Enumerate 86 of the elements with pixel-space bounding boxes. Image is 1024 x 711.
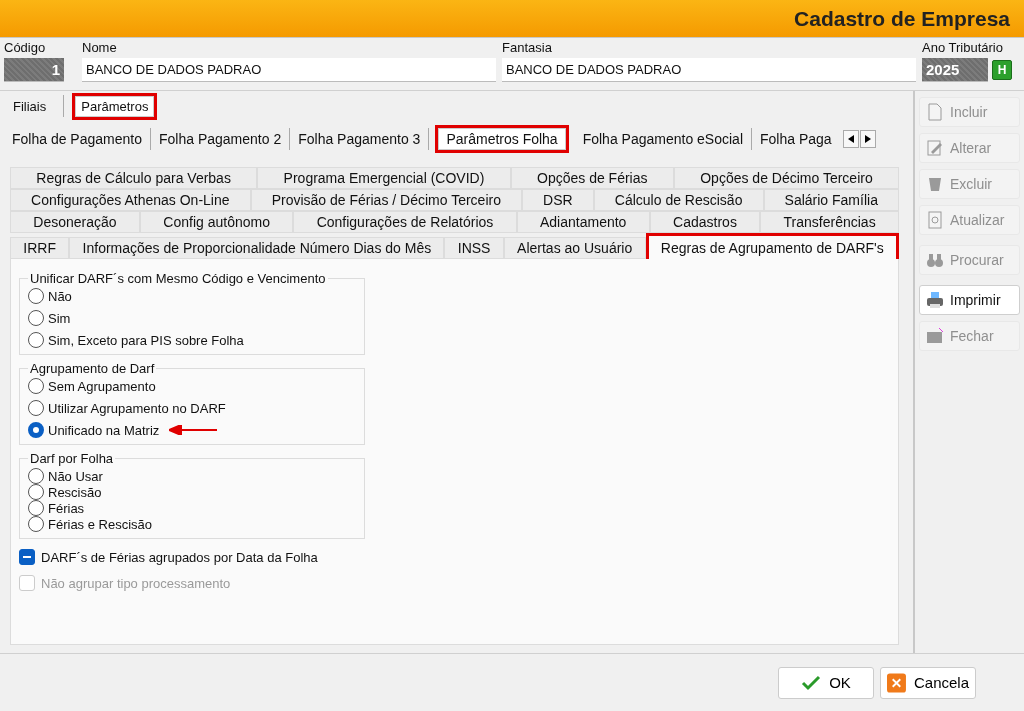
- tab[interactable]: Cálculo de Rescisão: [593, 189, 764, 211]
- tab[interactable]: Filiais: [4, 92, 56, 120]
- radio-circle[interactable]: [28, 516, 44, 532]
- trash-icon: [926, 175, 944, 193]
- tab[interactable]: IRRF: [10, 237, 70, 259]
- radio-option[interactable]: Rescisão: [28, 484, 102, 500]
- tab[interactable]: Salário Família: [763, 189, 899, 211]
- tab[interactable]: Regras de Agrupamento de DARF's: [645, 233, 900, 259]
- checkbox-option[interactable]: DARF´s de Férias agrupados por Data da Folha: [19, 549, 890, 565]
- radio-option[interactable]: Férias: [28, 500, 85, 516]
- radio-label: Unificado na Matriz: [48, 422, 160, 438]
- field-label: Código: [4, 40, 47, 55]
- tab[interactable]: INSS: [444, 237, 504, 259]
- scroll-right-button[interactable]: [859, 130, 876, 148]
- radio-label: Férias e Rescisão: [48, 516, 153, 532]
- cancel-button[interactable]: Cancela: [880, 666, 976, 699]
- radio-circle[interactable]: [28, 332, 44, 348]
- radio-option[interactable]: Férias e Rescisão: [28, 516, 153, 532]
- year-field[interactable]: 2025: [922, 58, 988, 82]
- tab[interactable]: Informações de Proporcionalidade Número Dias do Mês: [69, 237, 445, 259]
- field-label: Fantasia: [502, 40, 553, 55]
- checkbox-label: Não agrupar tipo processamento: [41, 575, 231, 591]
- tab[interactable]: Parâmetros Folha: [435, 125, 569, 153]
- tab[interactable]: Cadastros: [649, 211, 761, 233]
- tab[interactable]: Alertas ao Usuário: [503, 237, 646, 259]
- code-field[interactable]: 1: [4, 58, 64, 82]
- close-icon: [887, 672, 906, 693]
- tab[interactable]: Provisão de Férias / Décimo Terceiro: [250, 189, 523, 211]
- field-label: Ano Tributário: [922, 40, 1004, 55]
- radio-circle[interactable]: [28, 310, 44, 326]
- tab[interactable]: Folha Paga: [752, 128, 841, 150]
- radio-label: Sem Agrupamento: [48, 378, 156, 394]
- radio-option[interactable]: Sem Agrupamento: [28, 378, 156, 394]
- group-title: Unificar DARF´s com Mesmo Código e Vencimento: [29, 271, 327, 286]
- tab[interactable]: Folha de Pagamento: [4, 128, 151, 150]
- group-title: Darf por Folha: [29, 451, 115, 466]
- tab[interactable]: Regras de Cálculo para Verbas: [10, 167, 258, 189]
- field-label: Nome: [82, 40, 118, 55]
- radio-option[interactable]: Não Usar: [28, 468, 103, 484]
- left-triangle-icon: [847, 135, 854, 143]
- tab[interactable]: Parâmetros: [72, 92, 158, 120]
- radio-label: Férias: [48, 500, 85, 516]
- printer-icon: [926, 291, 944, 309]
- radio-label: Rescisão: [48, 484, 102, 500]
- radio-circle[interactable]: [28, 484, 44, 500]
- document-icon: [926, 103, 944, 121]
- radio-circle[interactable]: [28, 378, 44, 394]
- tab[interactable]: Configurações de Relatórios: [293, 211, 517, 233]
- checkbox-label: DARF´s de Férias agrupados por Data da Folha: [41, 549, 318, 565]
- tab[interactable]: Configurações Athenas On-Line: [10, 189, 251, 211]
- text-field[interactable]: BANCO DE DADOS PADRAO: [82, 58, 496, 82]
- tab[interactable]: Config autônomo: [139, 211, 294, 233]
- window-title: Cadastro de Empresa: [794, 6, 1010, 31]
- radio-label: Não: [48, 288, 72, 304]
- pencil-icon: [926, 139, 944, 157]
- radio-label: Sim: [48, 310, 71, 326]
- radio-option[interactable]: Sim: [28, 310, 71, 326]
- radio-label: Não Usar: [48, 468, 103, 484]
- ok-button[interactable]: OK: [778, 666, 874, 699]
- toolbar-button[interactable]: Imprimir: [919, 285, 1020, 315]
- tab[interactable]: Adiantamento: [516, 211, 650, 233]
- tab[interactable]: Folha Pagamento eSocial: [574, 128, 752, 150]
- radio-circle[interactable]: [28, 422, 44, 438]
- radio-option[interactable]: Não: [28, 288, 72, 304]
- radio-circle[interactable]: [28, 400, 44, 416]
- radio-circle[interactable]: [28, 468, 44, 484]
- tab[interactable]: Transferências: [760, 211, 899, 233]
- radio-circle[interactable]: [28, 500, 44, 516]
- radio-option[interactable]: Unificado na Matriz: [28, 422, 160, 438]
- radio-circle[interactable]: [28, 288, 44, 304]
- right-triangle-icon: [864, 135, 871, 143]
- tab[interactable]: DSR: [522, 189, 594, 211]
- checkmark-icon: [801, 674, 822, 691]
- tab[interactable]: Desoneração: [10, 211, 140, 233]
- binoculars-icon: [926, 251, 944, 269]
- text-field[interactable]: BANCO DE DADOS PADRAO: [502, 58, 916, 82]
- tab[interactable]: Opções de Décimo Terceiro: [673, 167, 900, 189]
- tab[interactable]: Folha Pagamento 2: [151, 128, 291, 150]
- dash-icon: [23, 556, 31, 558]
- group-title: Agrupamento de Darf: [29, 361, 156, 376]
- scroll-left-button[interactable]: [842, 130, 859, 148]
- tab[interactable]: Folha Pagamento 3: [290, 128, 430, 150]
- tab[interactable]: Programa Emergencial (COVID): [257, 167, 511, 189]
- screen-icon: [926, 327, 944, 345]
- checkbox[interactable]: [19, 549, 35, 565]
- tab[interactable]: Opções de Férias: [510, 167, 674, 189]
